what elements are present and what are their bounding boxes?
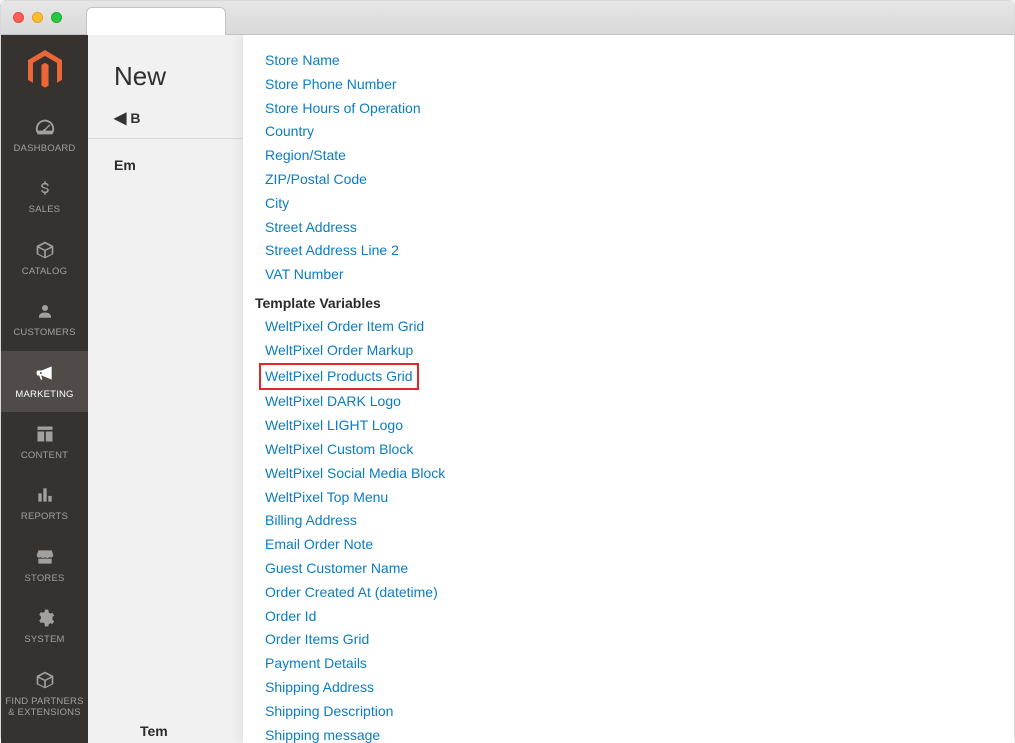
sidebar-item-label: CATALOG — [22, 266, 67, 277]
bar-chart-icon — [35, 483, 55, 507]
variable-link[interactable]: Region/State — [265, 144, 1014, 168]
variable-link[interactable]: WeltPixel Order Markup — [265, 339, 1014, 363]
sidebar-item-catalog[interactable]: CATALOG — [1, 228, 88, 289]
sidebar-item-reports[interactable]: REPORTS — [1, 473, 88, 534]
variable-link-highlighted[interactable]: WeltPixel Products Grid — [259, 363, 419, 391]
sidebar-item-label: CUSTOMERS — [13, 327, 75, 338]
variable-link[interactable]: Order Id — [265, 605, 1014, 629]
sidebar-item-label: REPORTS — [21, 511, 68, 522]
puzzle-icon — [35, 668, 55, 692]
sidebar-item-find-partners[interactable]: FIND PARTNERS & EXTENSIONS — [1, 658, 88, 731]
sidebar-item-label: CONTENT — [21, 450, 68, 461]
main-content: New ◀ B Em Tem Store NameStore Phone Num… — [88, 35, 1014, 743]
variable-link[interactable]: Shipping message — [265, 724, 1014, 743]
variable-link[interactable]: Guest Customer Name — [265, 557, 1014, 581]
variable-link[interactable]: VAT Number — [265, 263, 1014, 287]
variable-section-heading: Template Variables — [255, 295, 1014, 311]
variable-link[interactable]: Country — [265, 120, 1014, 144]
window-close-icon[interactable] — [13, 12, 24, 23]
sidebar-item-label: DASHBOARD — [14, 143, 76, 154]
sidebar-item-system[interactable]: SYSTEM — [1, 596, 88, 657]
back-label: B — [130, 110, 140, 126]
variable-link[interactable]: Payment Details — [265, 652, 1014, 676]
variable-link[interactable]: Shipping Address — [265, 676, 1014, 700]
storefront-icon — [35, 545, 55, 569]
layout-icon — [35, 422, 55, 446]
variable-link[interactable]: Email Order Note — [265, 533, 1014, 557]
variable-list: Store NameStore Phone NumberStore Hours … — [243, 35, 1014, 743]
sidebar-item-label: FIND PARTNERS & EXTENSIONS — [5, 696, 83, 719]
sidebar-item-stores[interactable]: STORES — [1, 535, 88, 596]
chevron-left-icon: ◀ — [114, 108, 126, 128]
sidebar-item-label: MARKETING — [15, 389, 73, 400]
window-minimize-icon[interactable] — [32, 12, 43, 23]
sidebar-item-dashboard[interactable]: DASHBOARD — [1, 105, 88, 166]
dollar-icon — [36, 176, 54, 200]
sidebar-item-marketing[interactable]: MARKETING — [1, 351, 88, 412]
sidebar-item-sales[interactable]: SALES — [1, 166, 88, 227]
variable-link[interactable]: WeltPixel Social Media Block — [265, 462, 1014, 486]
gauge-icon — [34, 115, 56, 139]
variable-link[interactable]: ZIP/Postal Code — [265, 168, 1014, 192]
variable-link[interactable]: Street Address Line 2 — [265, 239, 1014, 263]
variable-link[interactable]: Billing Address — [265, 509, 1014, 533]
admin-sidebar: DASHBOARD SALES CATALOG CUSTOMERS MARKET — [1, 35, 88, 743]
body-label-tem: Tem — [114, 705, 168, 739]
insert-variable-panel: Store NameStore Phone NumberStore Hours … — [243, 35, 1014, 743]
variable-link[interactable]: Store Phone Number — [265, 73, 1014, 97]
box-icon — [35, 238, 55, 262]
gear-icon — [35, 606, 55, 630]
magento-logo-icon[interactable] — [1, 35, 88, 105]
variable-link[interactable]: Order Created At (datetime) — [265, 581, 1014, 605]
variable-link[interactable]: Store Hours of Operation — [265, 97, 1014, 121]
megaphone-icon — [35, 361, 55, 385]
browser-chrome — [1, 1, 1014, 35]
sidebar-item-customers[interactable]: CUSTOMERS — [1, 289, 88, 350]
variable-link[interactable]: Shipping Description — [265, 700, 1014, 724]
variable-link[interactable]: Street Address — [265, 216, 1014, 240]
sidebar-item-content[interactable]: CONTENT — [1, 412, 88, 473]
window-maximize-icon[interactable] — [51, 12, 62, 23]
variable-link[interactable]: WeltPixel DARK Logo — [265, 390, 1014, 414]
variable-link[interactable]: Store Name — [265, 49, 1014, 73]
sidebar-item-label: SALES — [29, 204, 61, 215]
person-icon — [36, 299, 54, 323]
sidebar-item-label: SYSTEM — [24, 634, 64, 645]
variable-link[interactable]: WeltPixel Custom Block — [265, 438, 1014, 462]
variable-link[interactable]: City — [265, 192, 1014, 216]
variable-link[interactable]: WeltPixel Order Item Grid — [265, 315, 1014, 339]
variable-link[interactable]: WeltPixel Top Menu — [265, 486, 1014, 510]
variable-link[interactable]: Order Items Grid — [265, 628, 1014, 652]
sidebar-item-label: STORES — [24, 573, 64, 584]
app-frame: DASHBOARD SALES CATALOG CUSTOMERS MARKET — [1, 35, 1014, 743]
browser-tab[interactable] — [86, 7, 226, 35]
variable-link[interactable]: WeltPixel LIGHT Logo — [265, 414, 1014, 438]
